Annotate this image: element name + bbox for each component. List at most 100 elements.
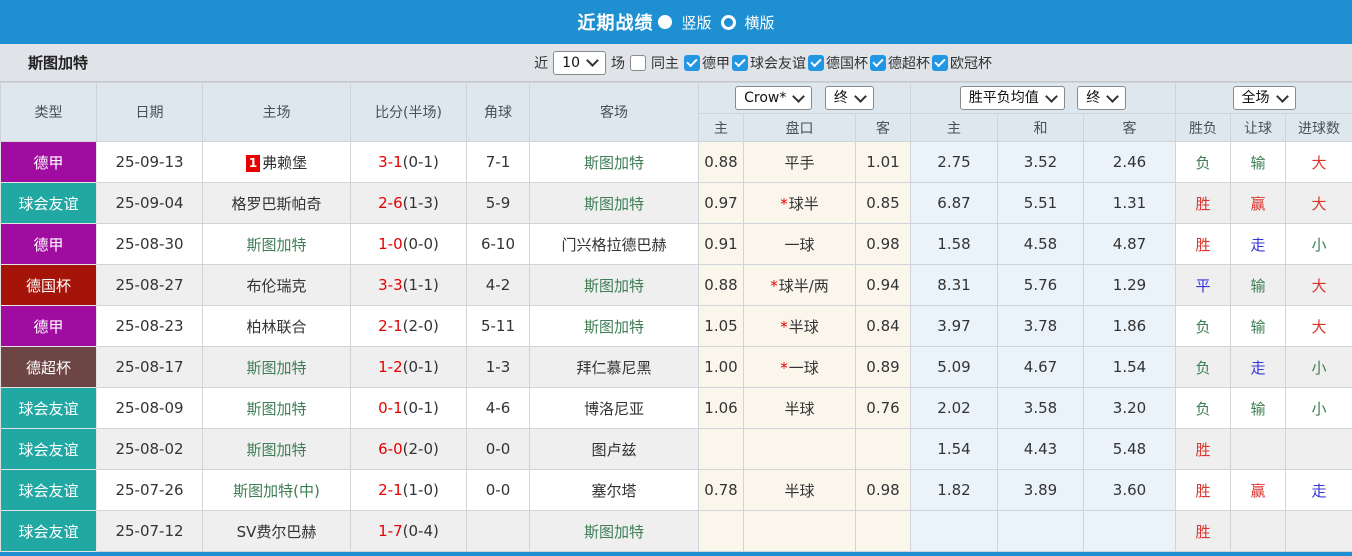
team-name: 斯图加特 [0,52,88,73]
result-wdl-cell: 胜 [1176,511,1231,552]
handicap-line-cell: *球半 [744,183,856,224]
avg-draw-odds-cell: 3.52 [998,142,1084,183]
league-type-cell: 球会友谊 [1,470,97,511]
bookmaker-select[interactable]: Crow* [735,86,812,110]
home-team-cell: 斯图加特 [203,388,351,429]
layout-vertical-label[interactable]: 竖版 [681,12,711,33]
score-cell: 2-1(2-0) [351,306,467,347]
same-venue-checkbox[interactable] [630,55,646,71]
star-marker: * [770,277,778,295]
avg-away-odds-cell: 2.46 [1084,142,1176,183]
avg-draw-odds-cell: 5.51 [998,183,1084,224]
league-checkbox[interactable] [808,55,824,71]
sub-header-result-handicap: 让球 [1231,114,1286,142]
col-header-home: 主场 [203,83,351,142]
date-cell: 25-09-13 [97,142,203,183]
col-header-away: 客场 [530,83,699,142]
handicap-line-cell: 半球 [744,470,856,511]
sub-header-avg-draw: 和 [998,114,1084,142]
league-type-cell: 球会友谊 [1,511,97,552]
avg-draw-odds-cell: 3.89 [998,470,1084,511]
league-label[interactable]: 球会友谊 [750,53,806,73]
check-icon [686,55,697,66]
handicap-home-odds-cell: 0.88 [699,142,744,183]
score-cell: 2-6(1-3) [351,183,467,224]
league-checkbox[interactable] [684,55,700,71]
result-handicap-cell: 输 [1231,306,1286,347]
result-goals-cell: 大 [1286,183,1352,224]
home-team-cell: 斯图加特 [203,347,351,388]
recent-results-topbar: 近期战绩 竖版 横版 [0,0,1352,44]
away-team-cell: 塞尔塔 [530,470,699,511]
league-type-cell: 球会友谊 [1,388,97,429]
away-team-cell: 博洛尼亚 [530,388,699,429]
handicap-away-odds-cell [856,429,911,470]
avg-home-odds-cell: 6.87 [911,183,998,224]
handicap-line-cell: 平手 [744,142,856,183]
match-row: 德甲25-09-131弗赖堡3-1(0-1)7-1斯图加特0.88平手1.012… [1,142,1352,183]
result-goals-cell: 小 [1286,224,1352,265]
avg-final-select[interactable]: 终 [1077,86,1126,110]
handicap-away-odds-cell: 0.98 [856,224,911,265]
league-checkbox[interactable] [732,55,748,71]
handicap-final-select[interactable]: 终 [825,86,874,110]
league-label[interactable]: 德国杯 [826,53,868,73]
away-team-cell: 斯图加特 [530,511,699,552]
chevron-down-icon [1045,90,1058,103]
league-label[interactable]: 德超杯 [888,53,930,73]
same-venue-label[interactable]: 同主 [651,53,679,73]
away-team-cell: 斯图加特 [530,142,699,183]
layout-horizontal-radio-icon[interactable] [721,15,736,30]
avg-draw-odds-cell: 4.58 [998,224,1084,265]
league-checkbox[interactable] [932,55,948,71]
away-team-cell: 斯图加特 [530,306,699,347]
home-team-cell: 布伦瑞克 [203,265,351,306]
match-row: 球会友谊25-08-09斯图加特0-1(0-1)4-6博洛尼亚1.06半球0.7… [1,388,1352,429]
league-label[interactable]: 欧冠杯 [950,53,992,73]
chevron-down-icon [1106,90,1119,103]
check-icon [734,55,745,66]
match-count-select[interactable]: 10 [553,51,606,75]
layout-horizontal-label[interactable]: 横版 [745,12,775,33]
chevron-down-icon [1276,90,1289,103]
avg-odds-header-cell: 胜平负均值 终 [911,83,1176,114]
league-label[interactable]: 德甲 [702,53,730,73]
avg-odds-select[interactable]: 胜平负均值 [960,86,1065,110]
league-type-cell: 德国杯 [1,265,97,306]
handicap-home-odds-cell [699,511,744,552]
result-wdl-cell: 胜 [1176,224,1231,265]
result-handicap-cell: 输 [1231,142,1286,183]
handicap-home-odds-cell: 0.91 [699,224,744,265]
score-cell: 0-1(0-1) [351,388,467,429]
handicap-away-odds-cell: 0.98 [856,470,911,511]
col-header-score: 比分(半场) [351,83,467,142]
chevron-down-icon [854,90,867,103]
avg-draw-odds-cell [998,511,1084,552]
match-row: 球会友谊25-07-12SV费尔巴赫1-7(0-4)斯图加特胜 [1,511,1352,552]
layout-vertical-radio-icon[interactable] [658,15,672,29]
date-cell: 25-07-26 [97,470,203,511]
check-icon [810,55,821,66]
col-header-corner: 角球 [467,83,530,142]
handicap-home-odds-cell: 0.78 [699,470,744,511]
away-team-cell: 图卢兹 [530,429,699,470]
result-wdl-cell: 负 [1176,142,1231,183]
handicap-away-odds-cell: 0.94 [856,265,911,306]
league-checkbox[interactable] [870,55,886,71]
avg-home-odds-cell: 5.09 [911,347,998,388]
avg-draw-odds-cell: 4.43 [998,429,1084,470]
corner-cell: 0-0 [467,429,530,470]
star-marker: * [780,195,788,213]
avg-home-odds-cell: 3.97 [911,306,998,347]
date-cell: 25-08-17 [97,347,203,388]
page-title: 近期战绩 [577,9,653,35]
match-row: 球会友谊25-07-26斯图加特(中)2-1(1-0)0-0塞尔塔0.78半球0… [1,470,1352,511]
avg-draw-odds-cell: 4.67 [998,347,1084,388]
star-marker: * [780,359,788,377]
scope-select[interactable]: 全场 [1233,86,1296,110]
corner-cell: 4-2 [467,265,530,306]
league-type-cell: 德超杯 [1,347,97,388]
date-cell: 25-08-09 [97,388,203,429]
result-handicap-cell: 输 [1231,265,1286,306]
handicap-line-cell: *半球 [744,306,856,347]
